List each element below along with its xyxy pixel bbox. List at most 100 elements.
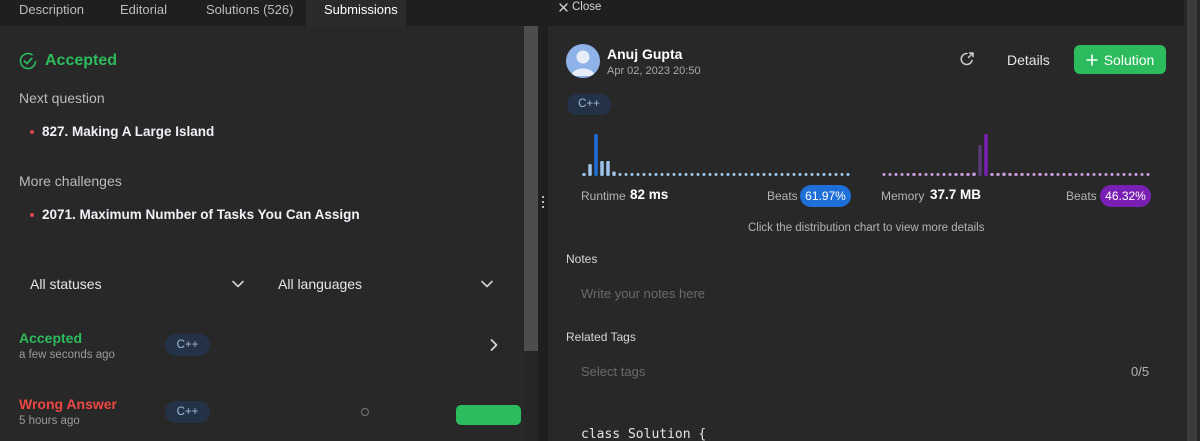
distribution-bar[interactable]: [1026, 173, 1030, 176]
distribution-bar[interactable]: [888, 173, 892, 176]
distribution-bar[interactable]: [684, 173, 688, 176]
distribution-bar[interactable]: [1080, 173, 1084, 176]
distribution-bar[interactable]: [780, 173, 784, 176]
distribution-bar[interactable]: [810, 173, 814, 176]
distribution-bar[interactable]: [894, 173, 898, 176]
distribution-bar[interactable]: [930, 173, 934, 176]
distribution-bar[interactable]: [1050, 173, 1054, 176]
chevron-down-icon[interactable]: [231, 279, 245, 289]
post-solution-button[interactable]: Solution: [1074, 45, 1166, 74]
user-name[interactable]: Anuj Gupta: [607, 46, 682, 62]
tags-input[interactable]: [566, 356, 1086, 386]
distribution-bar[interactable]: [774, 173, 778, 176]
distribution-bar[interactable]: [954, 173, 958, 176]
distribution-bar[interactable]: [1146, 173, 1150, 176]
distribution-bar[interactable]: [582, 173, 586, 176]
distribution-bar[interactable]: [588, 164, 592, 176]
distribution-bar[interactable]: [594, 134, 598, 176]
distribution-bar[interactable]: [1062, 173, 1066, 176]
right-scrollbar[interactable]: [1184, 0, 1200, 441]
panel-resize-handle[interactable]: [538, 0, 548, 441]
runtime-distribution-chart[interactable]: [581, 132, 851, 178]
distribution-bar[interactable]: [762, 173, 766, 176]
distribution-bar[interactable]: [1020, 173, 1024, 176]
distribution-bar[interactable]: [1128, 173, 1132, 176]
distribution-bar[interactable]: [1038, 173, 1042, 176]
distribution-bar[interactable]: [924, 173, 928, 176]
language-filter[interactable]: All languages: [278, 276, 362, 292]
tab-editorial[interactable]: Editorial: [96, 0, 186, 26]
left-scrollbar[interactable]: [524, 26, 538, 441]
right-scrollbar-thumb[interactable]: [1187, 0, 1197, 441]
details-button[interactable]: Details: [1007, 52, 1050, 68]
distribution-bar[interactable]: [738, 173, 742, 176]
distribution-bar[interactable]: [672, 173, 676, 176]
left-scrollbar-thumb[interactable]: [524, 26, 538, 351]
distribution-bar[interactable]: [834, 173, 838, 176]
distribution-bar[interactable]: [846, 173, 850, 176]
chevron-down-icon[interactable]: [480, 279, 494, 289]
distribution-bar[interactable]: [1134, 173, 1138, 176]
distribution-bar[interactable]: [918, 173, 922, 176]
distribution-bar[interactable]: [750, 173, 754, 176]
distribution-bar[interactable]: [708, 173, 712, 176]
distribution-bar[interactable]: [1074, 173, 1078, 176]
distribution-bar[interactable]: [828, 173, 832, 176]
distribution-bar[interactable]: [1104, 173, 1108, 176]
distribution-bar[interactable]: [660, 173, 664, 176]
chevron-right-icon[interactable]: [489, 338, 499, 352]
distribution-bar[interactable]: [714, 173, 718, 176]
distribution-bar[interactable]: [960, 173, 964, 176]
avatar[interactable]: [566, 44, 600, 78]
distribution-bar[interactable]: [978, 145, 982, 176]
distribution-bar[interactable]: [990, 173, 994, 176]
distribution-bar[interactable]: [654, 173, 658, 176]
tab-description[interactable]: Description: [0, 0, 96, 26]
tab-solutions[interactable]: Solutions (526): [186, 0, 306, 26]
status-filter[interactable]: All statuses: [30, 276, 102, 292]
distribution-bar[interactable]: [1086, 173, 1090, 176]
distribution-bar[interactable]: [804, 173, 808, 176]
distribution-bar[interactable]: [690, 173, 694, 176]
distribution-bar[interactable]: [678, 173, 682, 176]
distribution-bar[interactable]: [756, 173, 760, 176]
next-question-link[interactable]: 827. Making A Large Island: [30, 124, 214, 139]
distribution-bar[interactable]: [696, 173, 700, 176]
distribution-bar[interactable]: [816, 173, 820, 176]
distribution-bar[interactable]: [606, 161, 610, 176]
distribution-bar[interactable]: [840, 173, 844, 176]
distribution-bar[interactable]: [882, 173, 886, 176]
distribution-bar[interactable]: [600, 161, 604, 176]
distribution-bar[interactable]: [942, 173, 946, 176]
distribution-bar[interactable]: [1032, 173, 1036, 176]
distribution-bar[interactable]: [1056, 173, 1060, 176]
distribution-bar[interactable]: [948, 173, 952, 176]
distribution-bar[interactable]: [1122, 173, 1126, 176]
distribution-bar[interactable]: [648, 173, 652, 176]
distribution-bar[interactable]: [720, 173, 724, 176]
distribution-bar[interactable]: [726, 173, 730, 176]
distribution-bar[interactable]: [1116, 173, 1120, 176]
challenge-link[interactable]: 2071. Maximum Number of Tasks You Can As…: [30, 207, 360, 222]
distribution-bar[interactable]: [906, 173, 910, 176]
share-icon[interactable]: [959, 51, 975, 67]
distribution-bar[interactable]: [900, 173, 904, 176]
distribution-bar[interactable]: [786, 173, 790, 176]
distribution-bar[interactable]: [984, 134, 988, 176]
distribution-bar[interactable]: [1140, 173, 1144, 176]
distribution-bar[interactable]: [1098, 173, 1102, 176]
distribution-bar[interactable]: [798, 173, 802, 176]
distribution-bar[interactable]: [792, 173, 796, 176]
distribution-bar[interactable]: [996, 173, 1000, 176]
bottom-bar-icon[interactable]: [361, 408, 369, 416]
distribution-bar[interactable]: [768, 173, 772, 176]
notes-input[interactable]: [566, 278, 1166, 308]
distribution-bar[interactable]: [618, 173, 622, 176]
memory-distribution-chart[interactable]: [881, 132, 1151, 178]
distribution-bar[interactable]: [1068, 173, 1072, 176]
distribution-bar[interactable]: [732, 173, 736, 176]
distribution-bar[interactable]: [1044, 173, 1048, 176]
distribution-bar[interactable]: [642, 173, 646, 176]
distribution-bar[interactable]: [1008, 173, 1012, 176]
distribution-bar[interactable]: [666, 173, 670, 176]
